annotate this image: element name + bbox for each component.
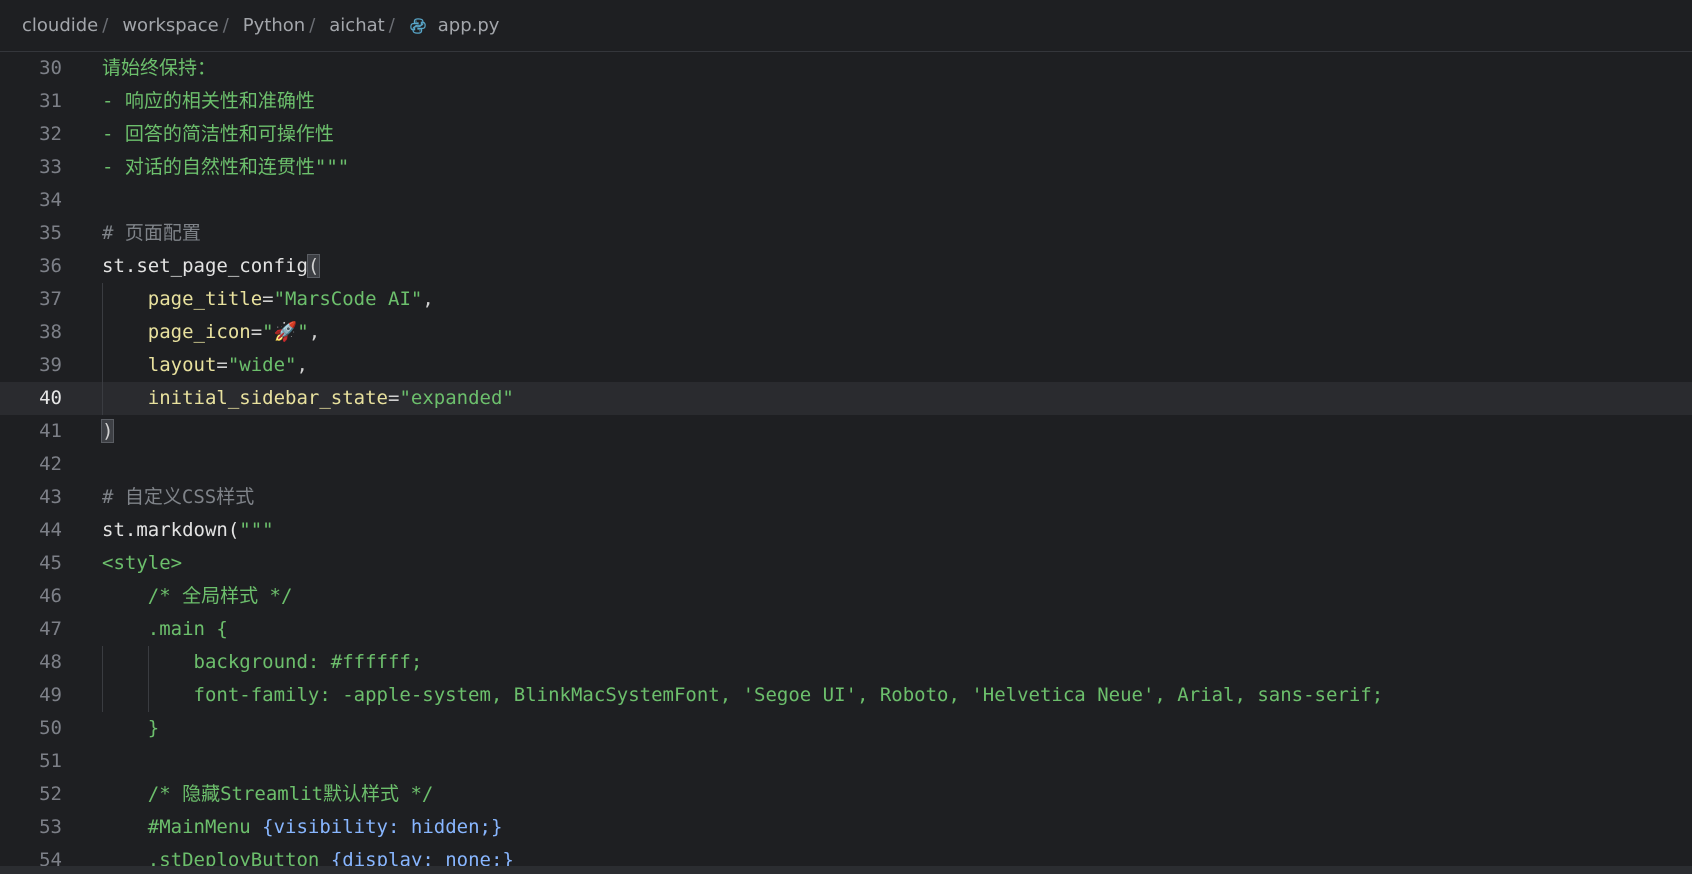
code-line[interactable]: 45 <style> xyxy=(0,547,1692,580)
line-number: 51 xyxy=(39,750,62,772)
line-code: st.markdown(""" xyxy=(102,519,274,541)
code-line[interactable]: 48 background: #ffffff; xyxy=(0,646,1692,679)
line-number: 40 xyxy=(39,387,62,409)
line-code: # 自定义CSS样式 xyxy=(102,486,255,508)
line-code: - 回答的简洁性和可操作性 xyxy=(102,123,334,145)
line-number: 35 xyxy=(39,222,62,244)
line-code: /* 隐藏Streamlit默认样式 */ xyxy=(102,783,434,805)
line-code: st.set_page_config( xyxy=(102,254,321,278)
line-number: 39 xyxy=(39,354,62,376)
line-number: 31 xyxy=(39,90,62,112)
line-code: page_title="MarsCode AI", xyxy=(147,288,434,310)
code-line[interactable]: 42 xyxy=(0,448,1692,481)
code-line[interactable]: 43 # 自定义CSS样式 xyxy=(0,481,1692,514)
line-code: initial_sidebar_state="expanded" xyxy=(147,387,514,409)
line-code: } xyxy=(102,717,160,739)
code-line[interactable]: 34 xyxy=(0,184,1692,217)
line-number: 33 xyxy=(39,156,62,178)
code-line[interactable]: 33 - 对话的自然性和连贯性""" xyxy=(0,151,1692,184)
line-number: 37 xyxy=(39,288,62,310)
code-line[interactable]: 32 - 回答的简洁性和可操作性 xyxy=(0,118,1692,151)
line-code: layout="wide", xyxy=(147,354,308,376)
line-number: 49 xyxy=(39,684,62,706)
code-line[interactable]: 44 st.markdown(""" xyxy=(0,514,1692,547)
line-number: 30 xyxy=(39,57,62,79)
breadcrumb-separator: / xyxy=(309,15,316,36)
code-line[interactable]: 37 page_title="MarsCode AI", xyxy=(0,283,1692,316)
line-code: .main { xyxy=(102,618,228,640)
line-number: 32 xyxy=(39,123,62,145)
code-line[interactable]: 50 } xyxy=(0,712,1692,745)
line-number: 48 xyxy=(39,651,62,673)
code-line[interactable]: 52 /* 隐藏Streamlit默认样式 */ xyxy=(0,778,1692,811)
line-code: <style> xyxy=(102,552,183,574)
breadcrumb-item-cloudide[interactable]: cloudide xyxy=(22,15,98,36)
code-line[interactable]: 49 font-family: -apple-system, BlinkMacS… xyxy=(0,679,1692,712)
code-line[interactable]: 51 xyxy=(0,745,1692,778)
horizontal-scrollbar[interactable] xyxy=(0,866,1692,874)
line-code: ) xyxy=(100,419,115,443)
line-code: #MainMenu {visibility: hidden;} xyxy=(147,816,503,838)
breadcrumb-item-aichat[interactable]: aichat xyxy=(329,15,384,36)
code-line[interactable]: 53 #MainMenu {visibility: hidden;} xyxy=(0,811,1692,844)
line-number: 42 xyxy=(39,453,62,475)
breadcrumb-separator: / xyxy=(388,15,395,36)
code-line[interactable]: 30 请始终保持： xyxy=(0,52,1692,85)
breadcrumb-separator: / xyxy=(222,15,229,36)
line-code: /* 全局样式 */ xyxy=(102,585,293,607)
code-line[interactable]: 47 .main { xyxy=(0,613,1692,646)
breadcrumb-file-label: app.py xyxy=(437,15,500,36)
code-line[interactable]: 41) xyxy=(0,415,1692,448)
line-code: background: #ffffff; xyxy=(102,651,423,673)
line-number: 34 xyxy=(39,189,62,211)
line-number: 36 xyxy=(39,255,62,277)
line-code: 请始终保持： xyxy=(102,57,217,79)
line-number: 44 xyxy=(39,519,62,541)
breadcrumb-item-workspace[interactable]: workspace xyxy=(122,15,218,36)
line-number: 53 xyxy=(39,816,62,838)
code-editor[interactable]: 30 请始终保持： 31 - 响应的相关性和准确性 32 - 回答的简洁性和可操作性 33 -… xyxy=(0,52,1692,870)
code-line[interactable]: 38 page_icon="🚀", xyxy=(0,316,1692,349)
code-line[interactable]: 46 /* 全局样式 */ xyxy=(0,580,1692,613)
python-icon xyxy=(410,17,426,34)
line-number: 43 xyxy=(39,486,62,508)
line-code: # 页面配置 xyxy=(102,222,201,244)
code-line[interactable]: 36 st.set_page_config( xyxy=(0,250,1692,283)
line-code: - 响应的相关性和准确性 xyxy=(102,90,315,112)
code-line[interactable]: 31 - 响应的相关性和准确性 xyxy=(0,85,1692,118)
code-line[interactable]: 40 initial_sidebar_state="expanded" xyxy=(0,382,1692,415)
breadcrumb-item-file[interactable]: app.py xyxy=(409,15,500,36)
breadcrumb-item-python[interactable]: Python xyxy=(243,15,305,36)
line-number: 50 xyxy=(39,717,62,739)
line-number: 45 xyxy=(39,552,62,574)
line-code: font-family: -apple-system, BlinkMacSyst… xyxy=(102,684,1384,706)
breadcrumb-separator: / xyxy=(102,15,109,36)
line-number: 52 xyxy=(39,783,62,805)
code-line[interactable]: 39 layout="wide", xyxy=(0,349,1692,382)
line-number: 46 xyxy=(39,585,62,607)
line-number: 47 xyxy=(39,618,62,640)
line-code: - 对话的自然性和连贯性""" xyxy=(102,156,350,178)
line-number: 38 xyxy=(39,321,62,343)
code-line[interactable]: 35 # 页面配置 xyxy=(0,217,1692,250)
line-number: 41 xyxy=(39,420,62,442)
breadcrumb: cloudide / workspace / Python / aichat /… xyxy=(0,0,1692,52)
line-code: page_icon="🚀", xyxy=(147,321,321,343)
